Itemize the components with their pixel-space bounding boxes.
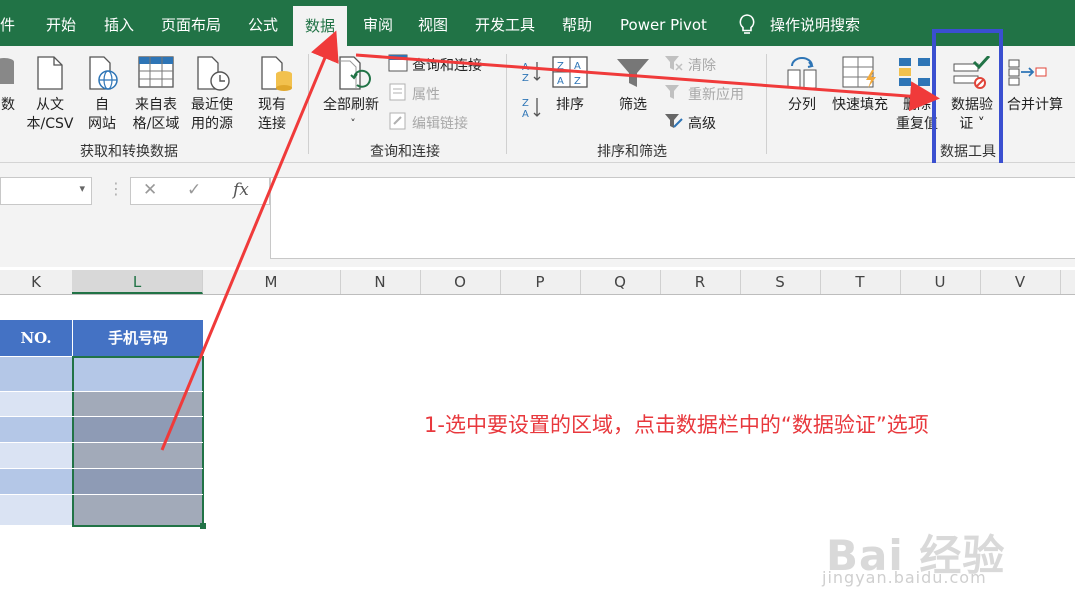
arrow-to-data-tab [160,30,339,451]
annotation-text: 1-选中要设置的区域，点击数据栏中的“数据验证”选项 [424,413,929,437]
arrow-to-data-validation [355,53,940,112]
watermark-url: jingyan.baidu.com [822,568,987,587]
